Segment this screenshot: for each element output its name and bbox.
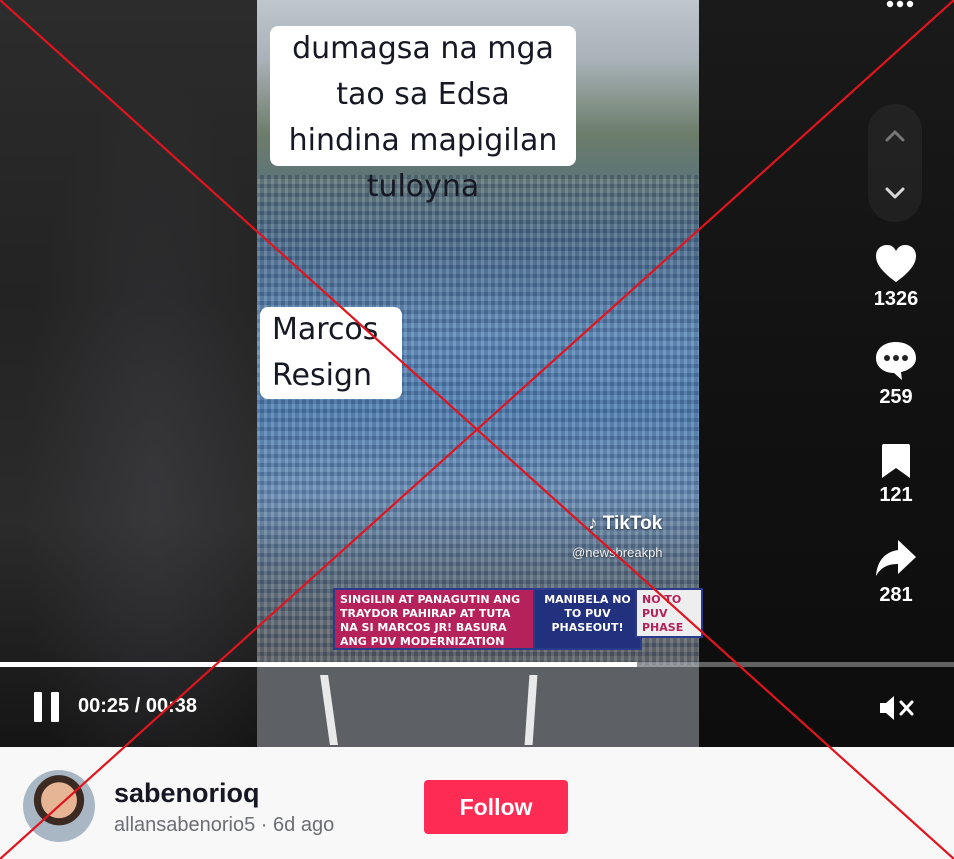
meta-separator: · [255, 814, 274, 836]
share-count: 281 [879, 584, 913, 606]
next-video-button[interactable] [868, 166, 922, 216]
progress-bar-fill [0, 662, 638, 667]
video-caption-top: dumagsa na mga tao sa Edsa hindina mapig… [270, 26, 576, 204]
share-action: 281 [866, 538, 926, 607]
pause-icon [34, 692, 42, 722]
mute-button[interactable] [876, 693, 916, 723]
post-age: 6d ago [273, 814, 335, 836]
comment-icon[interactable] [874, 340, 918, 382]
bookmark-icon[interactable] [878, 442, 914, 480]
banner-mid-text: MANIBELA NO TO PUV PHASEOUT! [544, 593, 631, 634]
video-navigation [868, 104, 922, 222]
protest-banner-mid: MANIBELA NO TO PUV PHASEOUT! [533, 588, 642, 650]
author-handle: allansabenorio5 [114, 814, 256, 836]
duration: 00:38 [145, 695, 197, 717]
banner-left-text: SINGILIN AT PANAGUTIN ANG TRAYDOR PAHIRA… [340, 593, 521, 648]
blurred-backdrop-left [0, 0, 257, 747]
mute-icon [880, 696, 914, 720]
current-time: 00:25 [78, 695, 130, 717]
tiktok-logo-icon: ♪ [588, 513, 598, 534]
action-rail: 1326 259 121 281 [866, 0, 926, 660]
comment-count: 259 [879, 386, 913, 408]
time-separator: / [129, 695, 146, 717]
share-icon[interactable] [874, 538, 918, 580]
author-meta: allansabenorio5 · 6d ago [114, 814, 334, 837]
previous-video-button[interactable] [868, 110, 922, 160]
player-controls: 00:25 / 00:38 [0, 685, 954, 730]
progress-bar[interactable] [0, 662, 954, 667]
pause-icon [51, 692, 59, 722]
comment-action: 259 [866, 340, 926, 409]
video-caption-middle: Marcos Resign [260, 307, 402, 399]
tiktok-watermark: ♪ TikTok [588, 513, 662, 535]
protest-banner-right: NO TO PUV PHASE OUT [635, 588, 703, 638]
watermark-brand: TikTok [602, 513, 663, 534]
author-info-bar: sabenorioq allansabenorio5 · 6d ago Foll… [0, 747, 954, 859]
save-action: 121 [866, 442, 926, 507]
follow-button[interactable]: Follow [424, 780, 568, 834]
chevron-up-icon [885, 130, 905, 142]
author-username[interactable]: sabenorioq [114, 778, 260, 809]
more-icon [886, 0, 914, 8]
banner-right-text: NO TO PUV PHASE OUT [642, 593, 684, 636]
save-count: 121 [879, 484, 913, 506]
more-options-button[interactable] [880, 0, 920, 10]
avatar[interactable] [23, 770, 95, 842]
video-player[interactable]: SINGILIN AT PANAGUTIN ANG TRAYDOR PAHIRA… [0, 0, 954, 747]
watermark-handle: @newsbreakph [572, 545, 663, 560]
time-display: 00:25 / 00:38 [78, 695, 197, 718]
heart-icon[interactable] [874, 244, 918, 284]
pause-button[interactable] [34, 692, 60, 722]
like-action: 1326 [866, 244, 926, 311]
like-count: 1326 [873, 288, 919, 310]
protest-banner-left: SINGILIN AT PANAGUTIN ANG TRAYDOR PAHIRA… [333, 588, 537, 650]
chevron-down-icon [885, 187, 905, 199]
